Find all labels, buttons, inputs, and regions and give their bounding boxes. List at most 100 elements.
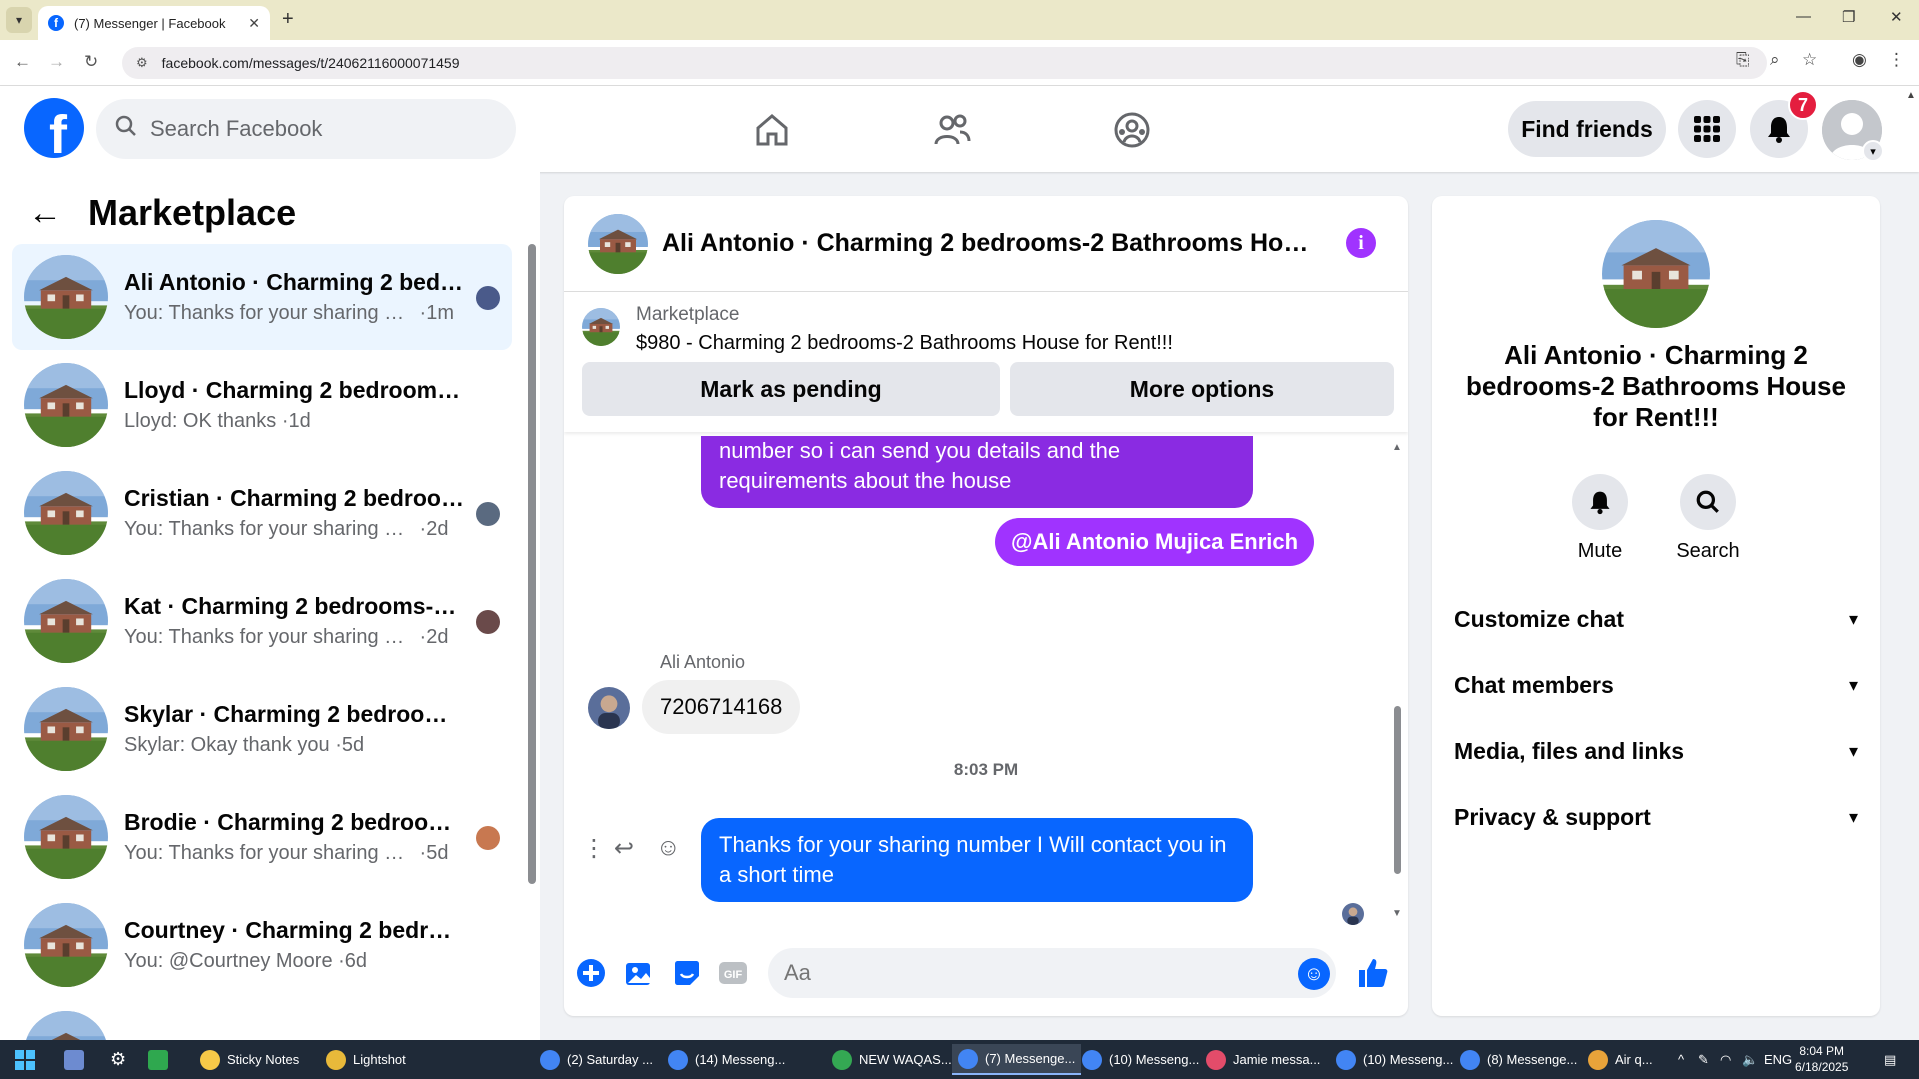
taskbar-app[interactable]: Lightshot — [320, 1044, 412, 1075]
taskbar-app-label: (8) Messenge... — [1487, 1052, 1578, 1067]
groups-icon[interactable] — [1110, 108, 1154, 152]
privacy-support-section[interactable]: Privacy & support ▾ — [1454, 790, 1858, 844]
listing-title[interactable]: $980 - Charming 2 bedrooms-2 Bathrooms H… — [636, 332, 1173, 355]
message-text-field[interactable] — [784, 960, 1264, 986]
install-icon[interactable]: ⎘ — [1736, 50, 1750, 70]
forward-icon[interactable]: → — [48, 52, 65, 72]
conversation-item[interactable]: Caleb · Charming 2 bedrooms- — [12, 1000, 512, 1040]
minimize-icon[interactable]: — — [1796, 8, 1811, 25]
file-explorer-icon[interactable] — [58, 1044, 97, 1075]
sender-avatar[interactable] — [588, 687, 630, 729]
mute-button[interactable]: Mute — [1560, 474, 1640, 563]
taskbar-app[interactable]: (2) Saturday ... — [534, 1044, 659, 1075]
search-in-conversation-button[interactable]: Search — [1668, 474, 1748, 563]
chat-scroll-up-icon[interactable]: ▲ — [1392, 442, 1402, 453]
app-icon — [1460, 1049, 1480, 1070]
taskbar-app[interactable]: Sticky Notes — [194, 1044, 305, 1075]
conversation-item[interactable]: Kat · Charming 2 bedrooms-2 ... You: Than… — [12, 568, 512, 674]
chat-members-section[interactable]: Chat members ▾ — [1454, 658, 1858, 712]
taskbar-app[interactable]: NEW WAQAS... — [826, 1044, 958, 1075]
friends-icon[interactable] — [930, 108, 974, 152]
conversation-item[interactable]: Courtney · Charming 2 bedroom... You: @Co… — [12, 892, 512, 998]
like-thumbs-up-icon[interactable] — [1356, 956, 1390, 990]
received-message-bubble[interactable]: 7206714168 — [642, 680, 801, 734]
more-actions-icon[interactable]: ⋮ — [582, 834, 606, 863]
language-indicator[interactable]: ENG — [1758, 1044, 1798, 1075]
facebook-header: f Search Facebook Find friends 7 ▾ — [0, 86, 1919, 172]
start-windows-icon[interactable] — [8, 1044, 42, 1075]
conversation-dot: · — [414, 518, 427, 540]
app-icon[interactable] — [142, 1044, 181, 1075]
page-scroll-up-icon[interactable]: ▲ — [1906, 90, 1916, 101]
add-more-icon[interactable] — [574, 956, 608, 990]
home-icon[interactable] — [750, 108, 794, 152]
site-info-icon[interactable]: ⚙ — [136, 55, 148, 71]
browser-menu-icon[interactable]: ⋮ — [1888, 50, 1905, 70]
reply-icon[interactable]: ↩ — [614, 834, 634, 863]
listing-thumbnail[interactable] — [582, 308, 620, 346]
conversation-item[interactable]: Ali Antonio · Charming 2 bedr... You: Tha… — [12, 244, 512, 350]
bookmark-star-icon[interactable]: ☆ — [1802, 50, 1817, 70]
mention-message-bubble[interactable]: @Ali Antonio Mujica Enrich — [995, 518, 1315, 566]
seen-receipt-avatar — [1342, 903, 1364, 925]
mark-as-pending-button[interactable]: Mark as pending — [582, 362, 1000, 416]
conversation-name: Courtney · Charming 2 bedroom... — [124, 917, 464, 943]
mute-bell-icon — [1572, 474, 1628, 530]
section-label: Customize chat — [1454, 605, 1624, 632]
facebook-logo-icon[interactable]: f — [24, 98, 84, 158]
restore-icon[interactable]: ❐ — [1842, 8, 1855, 26]
wifi-icon[interactable]: ◠ — [1714, 1044, 1737, 1075]
taskbar-clock[interactable]: 8:04 PM 6/18/2025 — [1795, 1043, 1848, 1075]
tab-close-icon[interactable]: ✕ — [248, 15, 260, 32]
chat-title[interactable]: Ali Antonio · Charming 2 bedrooms-2 Bath… — [662, 229, 1322, 258]
close-window-icon[interactable]: ✕ — [1890, 8, 1903, 26]
sent-message-bubble[interactable]: number so i can send you details and the… — [701, 436, 1253, 508]
notification-center-icon[interactable]: ▤ — [1878, 1044, 1902, 1075]
conversation-item[interactable]: Brodie · Charming 2 bedrooms... You: Than… — [12, 784, 512, 890]
new-tab-icon[interactable]: + — [282, 8, 294, 31]
tray-chevron-up-icon[interactable]: ^ — [1672, 1044, 1690, 1075]
chat-scroll-down-icon[interactable]: ▼ — [1392, 908, 1402, 919]
conversation-details-panel: Ali Antonio · Charming 2 bedrooms-2 Bath… — [1432, 196, 1880, 1016]
chat-scrollbar[interactable] — [1394, 706, 1401, 874]
info-icon[interactable]: i — [1346, 228, 1376, 258]
emoji-icon[interactable]: ☺ — [1298, 958, 1330, 990]
seen-avatar — [476, 286, 500, 310]
chat-avatar[interactable] — [588, 214, 648, 274]
profile-icon[interactable]: ◉ — [1852, 50, 1867, 70]
details-avatar[interactable] — [1602, 220, 1710, 328]
settings-gear-icon[interactable]: ⚙ — [104, 1044, 132, 1075]
sidebar-scrollbar[interactable] — [528, 244, 536, 884]
react-icon[interactable]: ☺ — [656, 834, 681, 862]
reload-icon[interactable]: ↻ — [84, 52, 98, 72]
taskbar-app[interactable]: Jamie messa... — [1200, 1044, 1326, 1075]
more-options-button[interactable]: More options — [1010, 362, 1394, 416]
media-files-links-section[interactable]: Media, files and links ▾ — [1454, 724, 1858, 778]
taskbar-app[interactable]: (10) Messeng... — [1076, 1044, 1205, 1075]
taskbar-app[interactable]: (14) Messeng... — [662, 1044, 791, 1075]
find-friends-button[interactable]: Find friends — [1508, 101, 1666, 157]
conversation-item[interactable]: Cristian · Charming 2 bedroom... You: Tha… — [12, 460, 512, 566]
conversation-item[interactable]: Lloyd · Charming 2 bedrooms-2 ... Lloyd: … — [12, 352, 512, 458]
tray-pen-icon[interactable]: ✎ — [1692, 1044, 1715, 1075]
back-icon[interactable]: ← — [14, 52, 31, 72]
taskbar-app[interactable]: (10) Messeng... — [1330, 1044, 1459, 1075]
search-facebook-field[interactable]: Search Facebook — [96, 99, 516, 159]
taskbar-app[interactable]: (8) Messenge... — [1454, 1044, 1583, 1075]
message-input[interactable] — [768, 948, 1336, 998]
zoom-icon[interactable]: ⌕ — [1770, 50, 1780, 70]
attach-photo-icon[interactable] — [622, 956, 656, 990]
sticker-icon[interactable] — [670, 956, 704, 990]
menu-grid-icon[interactable] — [1678, 100, 1736, 158]
taskbar-app[interactable]: (7) Messenge... — [952, 1044, 1082, 1075]
conversation-item[interactable]: Skylar · Charming 2 bedrooms-2 ... Skylar… — [12, 676, 512, 782]
sent-message-bubble-2[interactable]: Thanks for your sharing number I Will co… — [701, 818, 1253, 902]
taskbar-app[interactable]: Air q... — [1582, 1044, 1659, 1075]
back-arrow-icon[interactable]: ← — [28, 194, 62, 233]
customize-chat-section[interactable]: Customize chat ▾ — [1454, 592, 1858, 646]
account-chevron-down-icon[interactable]: ▾ — [1862, 140, 1884, 162]
browser-tab-messenger[interactable]: f (7) Messenger | Facebook ✕ — [38, 6, 270, 40]
gif-icon[interactable]: GIF — [716, 956, 750, 990]
tab-search-icon[interactable]: ▾ — [6, 7, 32, 33]
url-field[interactable]: ⚙ facebook.com/messages/t/24062116000071… — [122, 47, 1767, 79]
